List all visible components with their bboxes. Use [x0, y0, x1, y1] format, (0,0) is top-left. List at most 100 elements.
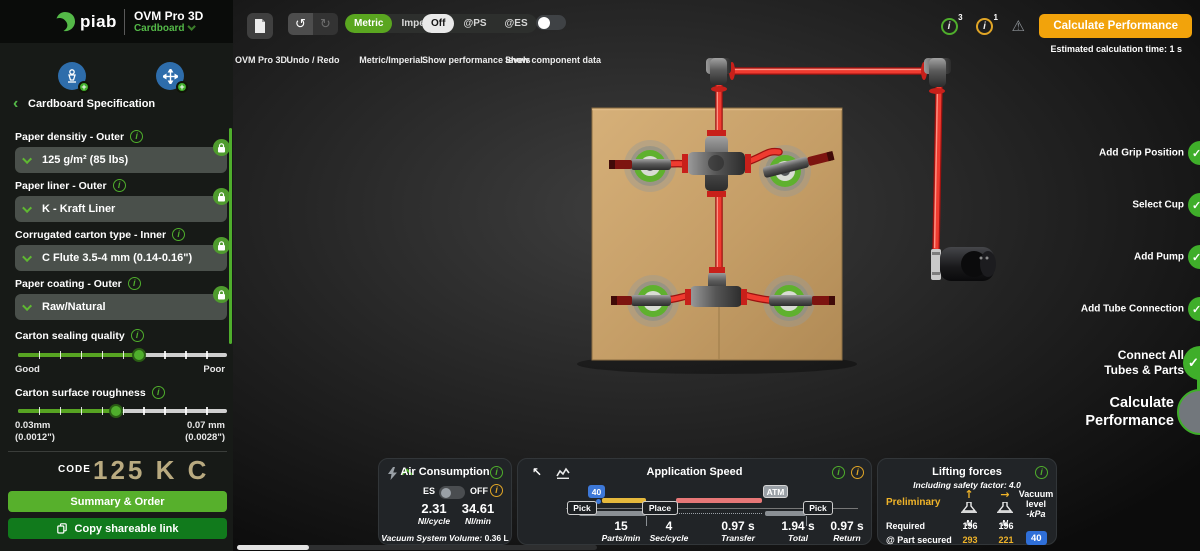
sealing-quality-slider[interactable] [18, 348, 227, 362]
robot-icon [65, 69, 79, 83]
step-label: Add Tube Connection [1081, 303, 1184, 316]
slider-track[interactable] [18, 353, 227, 357]
info-icon[interactable]: i [128, 277, 141, 290]
surface-roughness-slider[interactable] [18, 404, 227, 418]
check-icon: ✓ [1188, 193, 1200, 217]
horizontal-scrollbar-track[interactable] [237, 545, 597, 550]
lock-icon [213, 286, 230, 303]
field-label-surface-roughness: Carton surface roughnessi [15, 386, 165, 399]
app-subtitle-selector[interactable]: Cardboard [134, 23, 203, 34]
atm-badge: ATM [763, 485, 788, 498]
part-secured-row-label: @ Part secured [886, 535, 952, 545]
carton-type-dropdown[interactable]: C Flute 3.5-4 mm (0.14-0.16") [15, 245, 227, 271]
calculate-performance-button[interactable]: Calculate Performance [1039, 14, 1192, 38]
info-icon[interactable]: i [152, 386, 165, 399]
step-calculate-performance[interactable]: Calculate Performance [980, 389, 1200, 435]
info-green-icon[interactable]: i3 [941, 18, 958, 35]
lock-icon [213, 139, 230, 156]
component-data-toggle[interactable] [536, 15, 566, 30]
paper-density-dropdown[interactable]: 125 g/m² (85 lbs) [15, 147, 227, 173]
redo-button[interactable]: ↻ [313, 13, 338, 35]
sidebar: piab OVM Pro 3D Cardboard + + ‹ Cardboar… [0, 0, 233, 551]
undo-button[interactable]: ↺ [288, 13, 313, 35]
piab-logo-text: piab [80, 12, 117, 32]
step-label: Calculate Performance [1085, 394, 1174, 430]
perf-off-segment[interactable]: Off [422, 14, 454, 33]
copy-icon [57, 523, 67, 534]
plus-badge-icon: + [78, 81, 90, 93]
step-label: Connect All Tubes & Parts [1104, 348, 1184, 378]
info-glyph: i [983, 21, 986, 32]
step-add-tube-connection[interactable]: Add Tube Connection ✓ [1000, 297, 1200, 321]
app-header: piab OVM Pro 3D Cardboard [0, 0, 233, 43]
info-icon[interactable]: i [130, 130, 143, 143]
chevron-down-icon [187, 22, 195, 30]
info-yellow-badge: 1 [994, 13, 998, 22]
pump[interactable] [931, 247, 996, 281]
vacuum-level-badge: 40 [588, 485, 605, 498]
app-title: OVM Pro 3D [134, 10, 203, 23]
surface-roughness-handle[interactable] [109, 404, 123, 418]
field-label-sealing-quality: Carton sealing qualityi [15, 329, 144, 342]
place-marker: Place [642, 501, 678, 515]
metric-toggle[interactable]: Metric [345, 14, 392, 33]
summary-order-button[interactable]: Summary & Order [8, 491, 227, 512]
sidebar-scrollbar-thumb[interactable] [229, 128, 232, 344]
info-icon[interactable]: i [131, 329, 144, 342]
speed-warning-info-icon[interactable]: i [851, 466, 864, 479]
step-add-grip-position[interactable]: Add Grip Position ✓ [1000, 141, 1200, 165]
slider-min-value-alt: (0.0012") [15, 432, 55, 443]
perf-ps-segment[interactable]: @PS [454, 14, 495, 33]
toolbar-group-file: OVM Pro 3D [235, 13, 285, 39]
back-icon[interactable]: ‹ [13, 95, 18, 113]
slider-min-value: 0.03mm [15, 420, 50, 431]
ovm-document-button[interactable] [247, 13, 273, 39]
info-icon[interactable]: i [172, 228, 185, 241]
sealing-quality-handle[interactable] [132, 348, 146, 362]
piab-logo-icon [55, 11, 76, 33]
step-label: Add Grip Position [1099, 147, 1184, 160]
dropdown-value: Raw/Natural [42, 301, 106, 313]
es-label: ES [423, 486, 435, 496]
lifting-forces-panel: Lifting forces i Including safety factor… [877, 458, 1057, 545]
secured-horizontal-value: 221 [996, 535, 1016, 545]
vacuum-level-value-badge: 40 [1026, 531, 1047, 545]
pick-phase-bar [602, 498, 646, 503]
add-robot-button[interactable]: + [58, 62, 86, 90]
lock-icon [213, 188, 230, 205]
field-label-carton-type: Corrugated carton type - Inneri [15, 228, 185, 241]
warning-icon[interactable]: ⚠ [1011, 17, 1024, 35]
copy-shareable-link-button[interactable]: Copy shareable link [8, 518, 227, 539]
info-yellow-icon[interactable]: i1 [976, 18, 993, 35]
step-select-cup[interactable]: Select Cup ✓ [1000, 193, 1200, 217]
required-vertical-value: 196 [960, 521, 980, 531]
info-glyph: i [948, 21, 951, 32]
speed-info-icon[interactable]: i [832, 466, 845, 479]
code-value: 125 K C [93, 455, 209, 486]
air-info-icon[interactable]: i [490, 466, 503, 479]
slider-max-value: 0.07 mm [187, 420, 225, 431]
add-movement-button[interactable]: + [156, 62, 184, 90]
air-warning-info-icon[interactable]: i [490, 484, 503, 497]
slider-max-value-alt: (0.0028") [185, 432, 225, 443]
toggle-knob [538, 17, 550, 29]
preliminary-label: Preliminary [886, 497, 940, 508]
info-icon[interactable]: i [113, 179, 126, 192]
field-label-paper-coating: Paper coating - Outeri [15, 277, 141, 290]
paper-liner-dropdown[interactable]: K - Kraft Liner [15, 196, 227, 222]
field-label-paper-density: Paper densitiy - Outeri [15, 130, 143, 143]
chevron-down-icon [22, 154, 32, 164]
step-connect-all[interactable]: Connect All Tubes & Parts ✓ [1000, 346, 1200, 380]
dropdown-value: 125 g/m² (85 lbs) [42, 154, 128, 166]
horizontal-scrollbar-thumb[interactable] [237, 545, 309, 550]
divider [8, 451, 227, 452]
lifting-info-icon[interactable]: i [1035, 466, 1048, 479]
check-icon: ✓ [1188, 141, 1200, 165]
paper-coating-dropdown[interactable]: Raw/Natural [15, 294, 227, 320]
es-off-toggle[interactable] [439, 486, 465, 499]
toggle-knob [441, 488, 451, 498]
component-data-label: Show component data [505, 55, 597, 65]
slider-track[interactable] [18, 409, 227, 413]
step-add-pump[interactable]: Add Pump ✓ [1000, 245, 1200, 269]
estimated-time-label: Estimated calculation time: 1 s [1050, 44, 1182, 54]
